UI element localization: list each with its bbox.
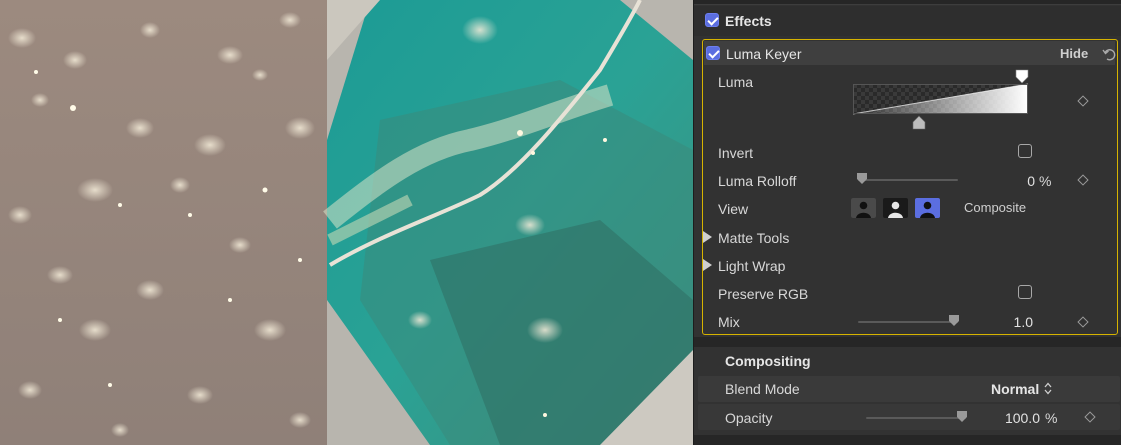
inspector-top-strip (694, 0, 1121, 5)
effects-header: Effects (694, 6, 1121, 36)
opacity-slider-thumb[interactable] (957, 411, 967, 423)
opacity-slider-track[interactable] (866, 417, 966, 419)
luma-keyframe-icon[interactable] (1077, 95, 1089, 107)
luma-label: Luma (718, 74, 754, 90)
mix-slider-thumb[interactable] (949, 315, 959, 327)
opacity-unit: % (1045, 410, 1058, 426)
invert-label: Invert (718, 145, 754, 161)
luma-keyer-effect[interactable]: Luma Keyer Hide Luma Invert Luma Rolloff… (702, 39, 1118, 335)
view-matte-button[interactable] (851, 198, 876, 218)
compositing-title: Compositing (725, 353, 811, 369)
luma-range-graph[interactable] (853, 68, 1033, 130)
preserve-rgb-checkbox[interactable] (1018, 285, 1032, 299)
video-viewer[interactable] (0, 0, 693, 445)
composite-view-icon (915, 198, 940, 218)
mix-keyframe-icon[interactable] (1077, 316, 1089, 328)
blend-mode-value[interactable]: Normal (991, 381, 1039, 397)
matte-tools-disclosure-icon[interactable] (703, 231, 712, 243)
original-view-icon (883, 198, 908, 218)
luma-keyer-title-row[interactable]: Luma Keyer Hide (704, 41, 1116, 65)
matte-tools-label[interactable]: Matte Tools (718, 230, 789, 246)
viewer-frame-image (0, 0, 693, 445)
opacity-label: Opacity (725, 410, 773, 426)
view-mode-value: Composite (964, 200, 1027, 215)
luma-rolloff-value[interactable]: 0 (1003, 173, 1035, 189)
mix-value[interactable]: 1.0 (1001, 314, 1033, 330)
luma-rolloff-keyframe-icon[interactable] (1077, 174, 1089, 186)
view-label: View (718, 201, 749, 217)
bottom-separator (694, 435, 1121, 445)
chevron-updown-icon[interactable] (1044, 382, 1052, 395)
luma-rolloff-slider-thumb[interactable] (857, 173, 867, 185)
section-separator (694, 337, 1121, 347)
preserve-rgb-label: Preserve RGB (718, 286, 809, 302)
matte-view-icon (851, 198, 876, 218)
effects-enable-checkbox[interactable] (705, 13, 719, 27)
opacity-value[interactable]: 100.0 (994, 410, 1040, 426)
mix-slider-track[interactable] (858, 321, 958, 323)
hide-button[interactable]: Hide (1060, 46, 1088, 61)
view-composite-button[interactable] (915, 198, 940, 218)
blend-mode-label: Blend Mode (725, 381, 800, 397)
inspector-panel: Effects Luma Keyer Hide Luma Invert Luma… (693, 0, 1121, 445)
luma-rolloff-label: Luma Rolloff (718, 173, 797, 189)
luma-keyer-enable-checkbox[interactable] (706, 46, 720, 60)
luma-keyer-title: Luma Keyer (726, 46, 802, 62)
luma-rolloff-slider-track[interactable] (858, 179, 958, 181)
effects-title: Effects (725, 13, 772, 29)
reset-arrow-icon[interactable] (1102, 47, 1116, 61)
invert-checkbox[interactable] (1018, 144, 1032, 158)
light-wrap-label[interactable]: Light Wrap (718, 258, 785, 274)
light-wrap-disclosure-icon[interactable] (703, 259, 712, 271)
luma-white-handle (1015, 69, 1029, 84)
mix-label: Mix (718, 314, 740, 330)
luma-rolloff-unit: % (1039, 173, 1052, 189)
view-original-button[interactable] (883, 198, 908, 218)
